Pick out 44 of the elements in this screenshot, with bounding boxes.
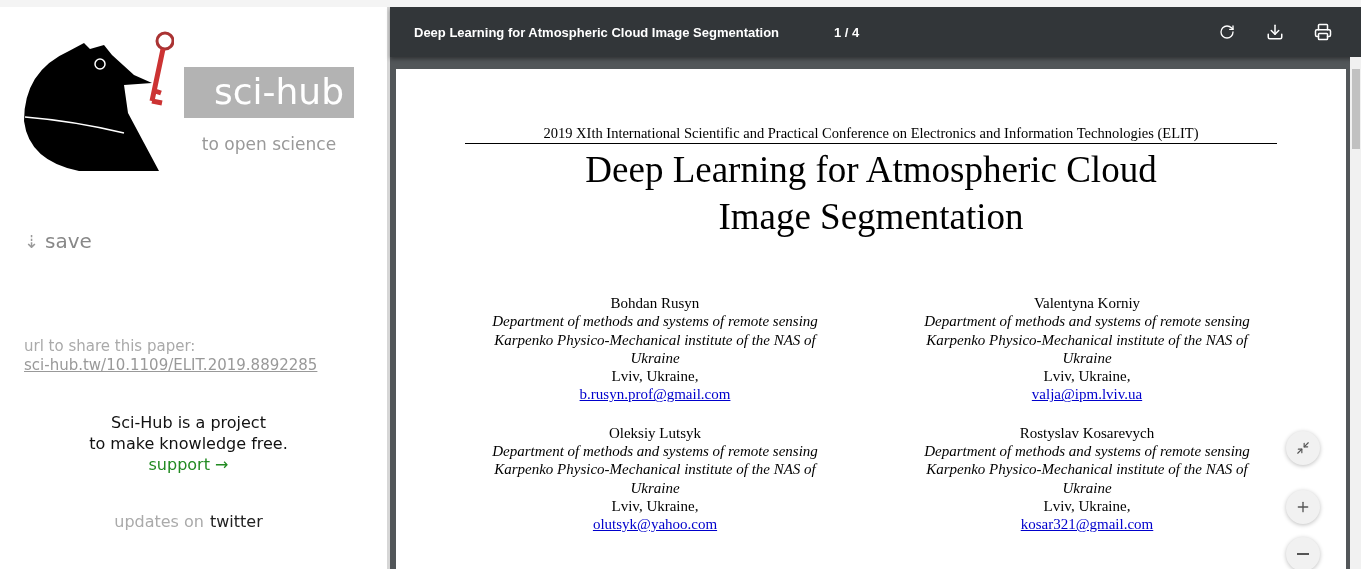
paper-title: Image Segmentation (718, 195, 1024, 238)
author-affiliation: Karpenko Physico-Mechanical institute of the NAS of (926, 330, 1248, 349)
author-email[interactable]: b.rusyn.prof@gmail.com (579, 385, 731, 404)
share-label: url to share this paper: (24, 337, 197, 355)
author-affiliation: Karpenko Physico-Mechanical institute of the NAS of (494, 330, 816, 349)
scrollbar[interactable] (1350, 57, 1361, 569)
author-affiliation: Ukraine (630, 348, 680, 368)
author-city: Lviv, Ukraine, (1043, 496, 1131, 516)
about-text: Sci-Hub is a project (111, 412, 266, 433)
download-icon (1266, 23, 1284, 41)
author-email[interactable]: olutsyk@yahoo.com (592, 515, 718, 534)
plus-icon (1295, 499, 1311, 515)
author-affiliation: Ukraine (1062, 478, 1112, 497)
author-name: Oleksiy Lutsyk (608, 423, 702, 443)
author-city: Lviv, Ukraine, (1043, 367, 1131, 386)
about-text: to make knowledge free. (89, 433, 288, 454)
support-link[interactable]: support → (148, 454, 229, 475)
paper-title: Deep Learning for Atmospheric Cloud (585, 148, 1157, 191)
printer-icon (1314, 23, 1332, 41)
author-affiliation: Department of methods and systems of remote sensing (924, 442, 1250, 461)
author-affiliation: Karpenko Physico-Mechanical institute of the NAS of (926, 460, 1248, 479)
author-affiliation: Department of methods and systems of remote sensing (492, 312, 818, 331)
author-name: Bohdan Rusyn (610, 294, 700, 313)
rotate-icon (1219, 24, 1235, 40)
document-title: Deep Learning for Atmospheric Cloud Image Segmentation (414, 24, 780, 40)
author-name: Rostyslav Kosarevych (1019, 423, 1155, 443)
conference-header: 2019 XIth International Scientific and Practical Conference on Electronics and Information Technologies (ELIT) (465, 125, 1277, 144)
updates-label: updates on (114, 512, 204, 531)
author-city: Lviv, Ukraine, (611, 496, 699, 516)
twitter-link[interactable]: twitter (209, 512, 263, 531)
author-affiliation: Department of methods and systems of remote sensing (924, 312, 1250, 331)
author-name: Valentyna Korniy (1033, 294, 1141, 313)
save-link[interactable]: ⇣ save (24, 229, 387, 253)
author-affiliation: Karpenko Physico-Mechanical institute of the NAS of (494, 460, 816, 479)
tagline: to open science (201, 134, 337, 154)
author-city: Lviv, Ukraine, (611, 367, 699, 386)
author-affiliation: Ukraine (1062, 348, 1112, 368)
author-affiliation: Department of methods and systems of remote sensing (492, 442, 818, 461)
author-email[interactable]: kosar321@gmail.com (1020, 515, 1154, 534)
author-email[interactable]: valja@ipm.lviv.ua (1031, 385, 1143, 404)
author-affiliation: Ukraine (630, 478, 680, 497)
shrink-arrows-icon (1296, 441, 1310, 455)
page-counter: 1 / 4 (834, 24, 861, 40)
minus-icon (1297, 553, 1309, 555)
